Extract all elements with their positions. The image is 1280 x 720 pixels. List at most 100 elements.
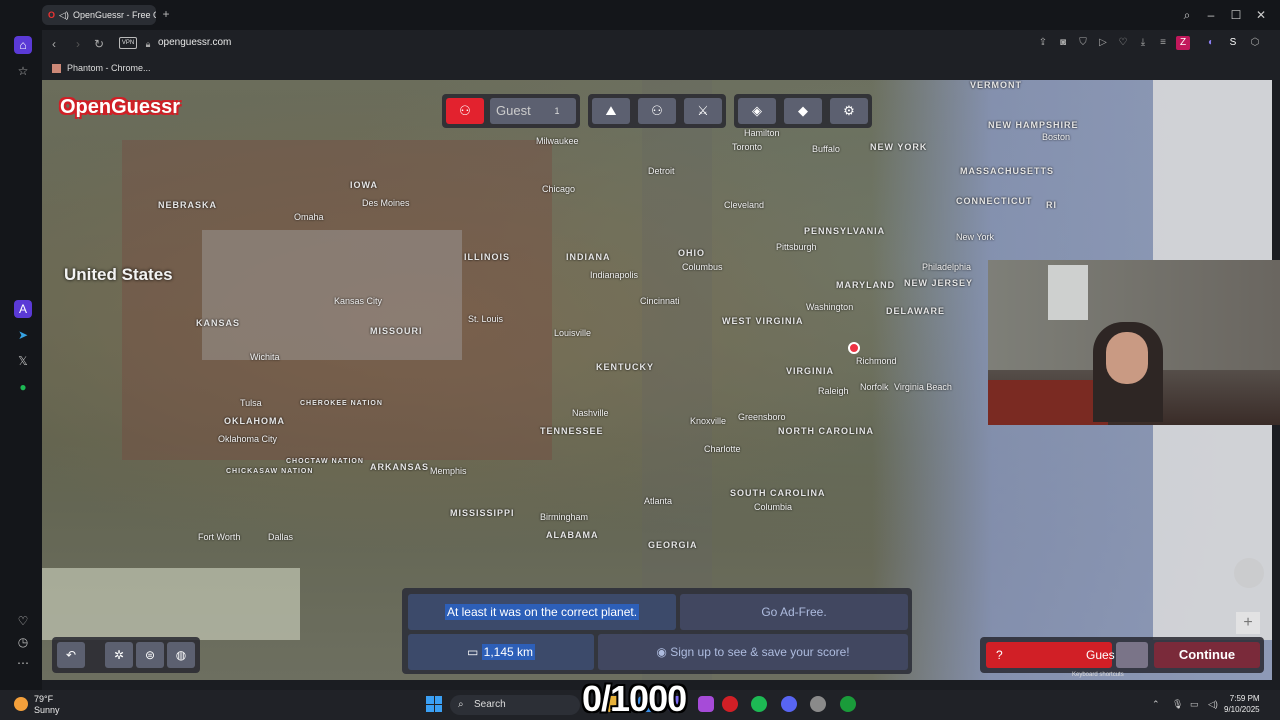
clock-date: 9/10/2025 [1224,705,1260,714]
undo-icon[interactable]: ↶ [57,642,85,668]
minimize-button[interactable]: – [1202,6,1220,24]
state-label: CHOCTAW NATION [286,458,364,465]
cube-icon[interactable]: ⬡ [1248,36,1262,50]
speaker-icon[interactable]: ◁) [1208,699,1218,710]
history-icon[interactable]: ◷ [14,633,32,651]
tab-bar [0,0,1280,30]
weather-widget[interactable]: 79°F Sunny [34,694,60,716]
taskbar-search[interactable]: ⌕ Search [450,695,580,715]
lock-icon[interactable]: 🔒︎ [140,36,156,52]
reload-icon[interactable]: ↻ [91,36,107,52]
state-label: VIRGINIA [786,366,835,376]
state-label: VERMONT [970,80,1022,90]
player-count: 1 [554,106,560,116]
city-label: Detroit [648,166,675,176]
city-label: Virginia Beach [894,382,952,392]
layers-icon[interactable]: ◈ [738,98,776,124]
forward-icon[interactable]: › [70,36,86,52]
tab-openguessr[interactable]: O ◁) OpenGuessr - Free Ge [42,5,156,25]
steam-icon[interactable] [810,696,826,712]
monitor-icon[interactable]: ▭ [1190,699,1199,710]
profile-icon[interactable]: Z [1176,36,1190,50]
share-icon[interactable]: ⇪ [1036,36,1050,50]
state-label: KENTUCKY [596,362,655,372]
home-icon[interactable]: ⌂ [14,36,32,54]
openguessr-logo[interactable]: OpenGuessr [60,96,180,119]
telegram-icon[interactable]: ➤ [14,326,32,344]
shield-icon[interactable]: ⛉ [1076,36,1090,50]
weather-condition: Sunny [34,705,60,715]
bookmark-favicon-icon [52,63,61,73]
city-label: Birmingham [540,512,589,522]
reddit-icon[interactable]: ◍ [167,642,195,668]
continue-button[interactable]: Continue [1154,642,1260,668]
state-label: KANSAS [196,318,241,328]
search-tabs-icon[interactable]: ⌕ [1178,6,1196,24]
aria-icon[interactable]: A [14,300,32,318]
city-label: Memphis [430,466,467,476]
menu-icon[interactable]: ≡ [1156,36,1170,50]
guess-marker[interactable] [848,342,860,354]
tray-chevron-icon[interactable]: ⌃ [1152,699,1160,710]
city-label: Louisville [554,328,592,338]
sun-icon [14,697,28,711]
city-label: Philadelphia [922,262,972,272]
state-label: NEBRASKA [158,200,218,210]
maximize-button[interactable]: ☐ [1227,6,1245,24]
more-icon[interactable]: ⋯ [14,654,32,672]
mic-icon[interactable]: 🎙︎ [1172,699,1183,710]
extension-icon[interactable]: ◐ [1204,36,1218,50]
city-label: Knoxville [690,416,727,426]
user-icon[interactable]: ⚇ [446,98,484,124]
bug-icon[interactable]: ✲ [105,642,133,668]
city-label: Kansas City [334,296,383,306]
bookmark-phantom[interactable]: Phantom - Chrome... [52,63,151,73]
webcam-overlay [988,260,1280,425]
education-icon[interactable]: ◆ [784,98,822,124]
city-label: Cleveland [724,200,765,210]
xbox-icon[interactable] [840,696,856,712]
star-icon[interactable]: ☆ [14,62,32,80]
back-icon[interactable]: ‹ [46,36,62,52]
app-icon[interactable] [698,696,714,712]
new-tab-button[interactable]: + [160,8,172,20]
tab-title: OpenGuessr - Free Ge [72,10,156,20]
download-icon[interactable]: ⤓ [1136,36,1150,50]
state-label: NEW JERSEY [904,278,974,288]
city-label: Norfolk [860,382,889,392]
go-ad-free-button[interactable]: Go Ad-Free. [680,594,908,630]
vpn-badge[interactable]: VPN [119,37,137,49]
gear-icon[interactable]: ⚙ [830,98,868,124]
keyboard-shortcuts-link[interactable]: Keyboard shortcuts [1072,672,1124,678]
heart-icon[interactable]: ♡ [14,612,32,630]
play-icon[interactable]: ▷ [1096,36,1110,50]
state-label: SOUTH CAROLINA [730,488,826,498]
s-extension-icon[interactable]: S [1226,36,1240,50]
compass-icon[interactable] [1234,558,1264,588]
battle-icon[interactable]: ⚔ [684,98,722,124]
heart-icon[interactable]: ♡ [1116,36,1130,50]
clock[interactable]: 7:59 PM 9/10/2025 [1224,693,1260,715]
city-label: Oklahoma City [218,434,278,444]
windows-start-icon[interactable] [426,696,442,712]
camera-icon[interactable]: ◙ [1056,36,1070,50]
podium-icon[interactable]: ⛰ [592,98,630,124]
gamepad-icon[interactable]: ⊜ [136,642,164,668]
city-label: Columbus [682,262,723,272]
spotify-icon[interactable]: ● [14,378,32,396]
streetview-sign [202,230,462,360]
state-label: PENNSYLVANIA [804,226,886,236]
multiplayer-icon[interactable]: ⚇ [638,98,676,124]
close-button[interactable]: ✕ [1252,6,1270,24]
spotify-icon[interactable] [751,696,767,712]
opera-icon[interactable] [722,696,738,712]
zoom-in-button[interactable]: + [1236,612,1260,634]
url-field[interactable]: openguessr.com [158,37,231,48]
discord-icon[interactable] [781,696,797,712]
distance-value: 1,145 km [481,644,536,660]
blank-button[interactable] [1116,642,1148,668]
state-label: NEW YORK [870,142,928,152]
x-icon[interactable]: 𝕏 [14,352,32,370]
signup-button[interactable]: ◉ Sign up to see & save your score! [598,634,908,670]
state-label: MARYLAND [836,280,896,290]
